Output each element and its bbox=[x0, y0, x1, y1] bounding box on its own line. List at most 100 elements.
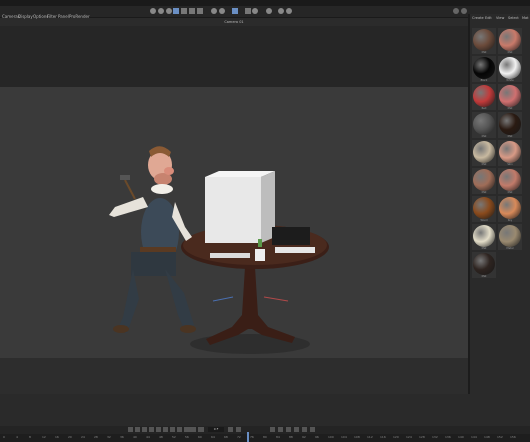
material-label: Mat bbox=[507, 191, 513, 194]
material-swatch[interactable]: Skin bbox=[498, 140, 522, 166]
material-swatch[interactable]: Mat bbox=[498, 84, 522, 110]
material-label: White bbox=[506, 79, 514, 82]
next-frame-icon[interactable] bbox=[163, 427, 168, 432]
keyboard bbox=[210, 253, 250, 258]
timeline-tick: 28 bbox=[94, 435, 98, 439]
material-preview bbox=[473, 141, 495, 163]
timeline-tick: 108 bbox=[354, 435, 360, 439]
next-key-icon[interactable] bbox=[170, 427, 175, 432]
character-belt bbox=[140, 247, 176, 252]
timeline-tick: 0 bbox=[3, 435, 5, 439]
lock-icon[interactable] bbox=[236, 427, 241, 432]
material-manager: Create Edit View Select Mat Mat Mat Black W… bbox=[470, 14, 530, 394]
material-preview bbox=[473, 29, 495, 51]
timeline-tick: 68 bbox=[224, 435, 228, 439]
play-back-icon[interactable] bbox=[149, 427, 154, 432]
scene-illustration bbox=[109, 146, 329, 354]
timeline-tick: 92 bbox=[302, 435, 306, 439]
material-swatch[interactable]: Mat bbox=[472, 252, 496, 278]
character-left-leg bbox=[117, 269, 139, 333]
record-toggle-icon[interactable] bbox=[184, 427, 196, 432]
material-label: Mat bbox=[481, 275, 487, 278]
menu-select[interactable]: Select bbox=[508, 14, 519, 22]
timeline-tick: 156 bbox=[510, 435, 516, 439]
material-swatch[interactable]: White bbox=[498, 56, 522, 82]
viewport-title: Camera 01 bbox=[224, 20, 244, 24]
timeline-tick: 140 bbox=[458, 435, 464, 439]
material-label: Mat bbox=[507, 107, 513, 110]
timeline-tick: 80 bbox=[263, 435, 267, 439]
play-icon[interactable] bbox=[156, 427, 161, 432]
material-preview bbox=[499, 113, 521, 135]
scene-render[interactable] bbox=[0, 87, 468, 384]
current-frame-field[interactable]: 0 F bbox=[208, 427, 224, 432]
character-pants bbox=[131, 252, 176, 276]
timeline-tick: 64 bbox=[211, 435, 215, 439]
more-icon[interactable] bbox=[310, 427, 315, 432]
timeline-ruler[interactable]: 0 4 8 12 16 20 24 28 32 36 40 44 48 52 56 60 64 68 72 76 80 8… bbox=[0, 434, 530, 442]
rotate-key-icon[interactable] bbox=[286, 427, 291, 432]
timeline-tick: 32 bbox=[107, 435, 111, 439]
menu-create[interactable]: Create bbox=[472, 14, 484, 22]
keyframe-icon[interactable] bbox=[198, 427, 204, 432]
material-label: Red bbox=[481, 107, 487, 110]
material-swatch[interactable]: Black bbox=[472, 56, 496, 82]
material-preview bbox=[499, 197, 521, 219]
material-preview bbox=[473, 169, 495, 191]
material-swatch[interactable]: Mat bbox=[472, 168, 496, 194]
menu-mat[interactable]: Mat bbox=[522, 14, 529, 22]
hammer-head bbox=[120, 175, 130, 180]
timeline-tick: 128 bbox=[419, 435, 425, 439]
material-swatch[interactable]: Mat bbox=[472, 140, 496, 166]
timeline-tick: 132 bbox=[432, 435, 438, 439]
prev-key-icon[interactable] bbox=[135, 427, 140, 432]
material-preview bbox=[473, 197, 495, 219]
material-swatch[interactable]: Wood bbox=[472, 196, 496, 222]
material-swatch[interactable]: Mat bbox=[472, 112, 496, 138]
menu-edit[interactable]: Edit bbox=[485, 14, 492, 22]
material-swatch[interactable]: Metal bbox=[498, 224, 522, 250]
menu-view[interactable]: View bbox=[496, 14, 504, 22]
timeline-tick: 84 bbox=[276, 435, 280, 439]
timeline-playhead[interactable] bbox=[247, 432, 249, 442]
material-swatch[interactable]: Mat bbox=[498, 112, 522, 138]
timeline-tick: 116 bbox=[380, 435, 386, 439]
material-swatch[interactable]: Sky bbox=[498, 196, 522, 222]
material-preview bbox=[499, 57, 521, 79]
character-left-shoe bbox=[113, 325, 129, 333]
material-preview bbox=[499, 169, 521, 191]
viewport[interactable] bbox=[0, 26, 468, 394]
timeline-tick: 36 bbox=[120, 435, 124, 439]
param-key-icon[interactable] bbox=[294, 427, 299, 432]
timeline-tick: 96 bbox=[315, 435, 319, 439]
material-label: Mat bbox=[507, 135, 513, 138]
character-collar bbox=[151, 184, 173, 194]
pla-key-icon[interactable] bbox=[302, 427, 307, 432]
go-end-icon[interactable] bbox=[177, 427, 182, 432]
go-start-icon[interactable] bbox=[128, 427, 133, 432]
material-swatch[interactable]: Mat bbox=[498, 28, 522, 54]
light-gizmo-red bbox=[263, 296, 289, 302]
material-swatch[interactable]: Mat bbox=[472, 224, 496, 250]
typewriter-base bbox=[275, 247, 315, 253]
loop-icon[interactable] bbox=[228, 427, 233, 432]
material-swatch[interactable]: Mat bbox=[472, 28, 496, 54]
material-label: Mat bbox=[481, 51, 487, 54]
material-label: Skin bbox=[507, 163, 513, 166]
material-swatch[interactable]: Red bbox=[472, 84, 496, 110]
move-key-icon[interactable] bbox=[270, 427, 275, 432]
timeline-tick: 144 bbox=[471, 435, 477, 439]
viewport-floor-far bbox=[0, 358, 468, 394]
material-label: Mat bbox=[481, 191, 487, 194]
material-preview bbox=[499, 85, 521, 107]
material-swatch[interactable]: Mat bbox=[498, 168, 522, 194]
character-right-leg bbox=[165, 269, 194, 329]
scale-key-icon[interactable] bbox=[278, 427, 283, 432]
material-preview bbox=[473, 113, 495, 135]
timeline-tick: 72 bbox=[237, 435, 241, 439]
material-preview bbox=[499, 225, 521, 247]
timeline-tick: 104 bbox=[341, 435, 347, 439]
material-preview bbox=[473, 225, 495, 247]
material-label: Sky bbox=[507, 219, 513, 222]
prev-frame-icon[interactable] bbox=[142, 427, 147, 432]
